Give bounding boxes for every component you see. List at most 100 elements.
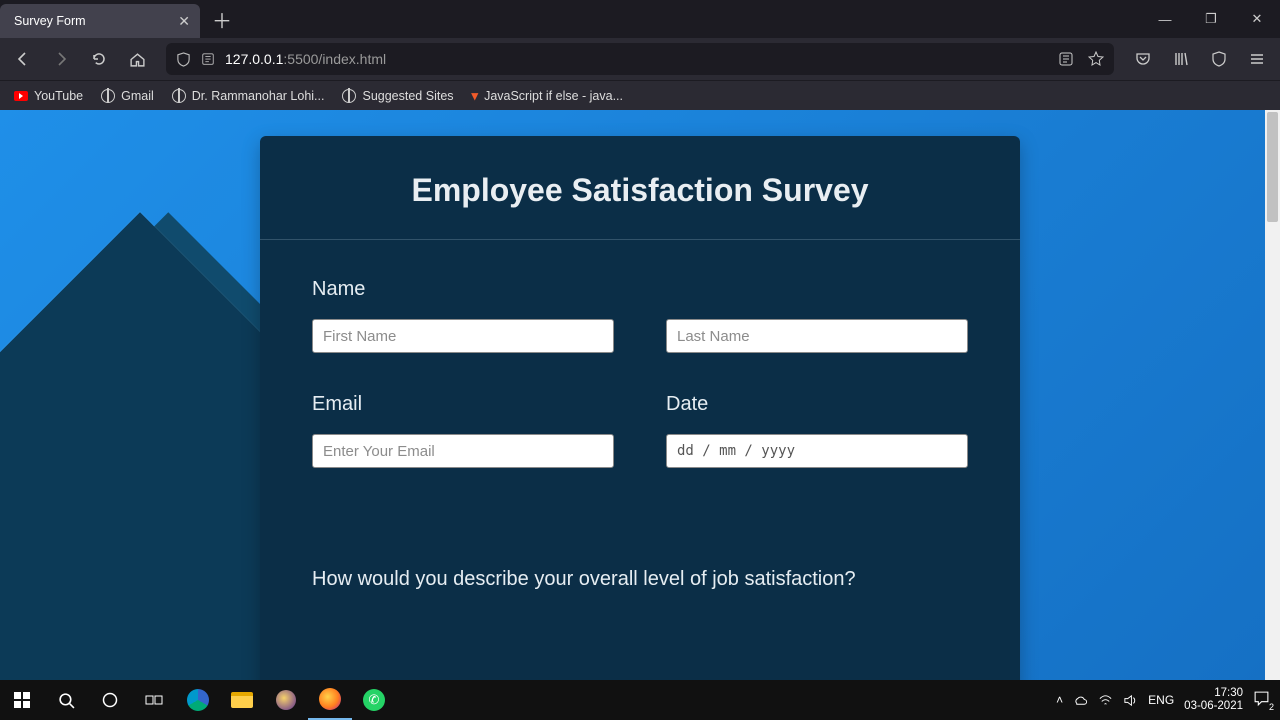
url-text: 127.0.0.1:5500/index.html — [225, 51, 386, 67]
globe-icon — [172, 89, 186, 103]
taskbar-apps: ✆ — [176, 680, 396, 720]
tray-language[interactable]: ENG — [1148, 693, 1174, 707]
library-button[interactable] — [1164, 43, 1198, 75]
name-label: Name — [312, 278, 614, 301]
bookmark-label: Gmail — [121, 89, 154, 103]
address-bar[interactable]: 127.0.0.1:5500/index.html — [166, 43, 1114, 75]
survey-header: Employee Satisfaction Survey — [260, 136, 1020, 240]
firefox-icon — [319, 688, 341, 710]
new-tab-button[interactable]: ＋ — [200, 5, 244, 34]
date-label: Date — [666, 393, 968, 416]
volume-icon[interactable] — [1123, 693, 1138, 708]
circle-icon — [102, 692, 118, 708]
page-info-icon — [201, 52, 215, 66]
taskbar-app-explorer[interactable] — [220, 680, 264, 720]
system-tray: ˄ ENG 17:30 03-06-2021 2 — [1046, 687, 1280, 712]
back-button[interactable] — [6, 43, 40, 75]
bookmark-label: Suggested Sites — [362, 89, 453, 103]
window-minimize-button[interactable]: — — [1142, 0, 1188, 38]
taskbar-app-edge[interactable] — [176, 680, 220, 720]
email-input[interactable] — [312, 434, 614, 468]
tray-chevron-icon[interactable]: ˄ — [1056, 693, 1063, 707]
windows-icon — [14, 692, 30, 708]
taskbar-app-generic1[interactable] — [264, 680, 308, 720]
youtube-icon — [14, 91, 28, 101]
date-input[interactable]: dd / mm / yyyy — [666, 434, 968, 468]
date-placeholder: dd / mm / yyyy — [677, 443, 795, 459]
search-button[interactable] — [44, 680, 88, 720]
onedrive-icon[interactable] — [1073, 693, 1088, 708]
bookmark-youtube[interactable]: YouTube — [8, 87, 89, 105]
brave-icon: ▾ — [472, 88, 479, 104]
taskbar-app-whatsapp[interactable]: ✆ — [352, 680, 396, 720]
home-button[interactable] — [120, 43, 154, 75]
survey-card: Employee Satisfaction Survey Name Email — [260, 136, 1020, 680]
task-view-icon — [145, 693, 163, 707]
purple-circle-icon — [276, 690, 296, 710]
cortana-button[interactable] — [88, 680, 132, 720]
nav-toolbar: 127.0.0.1:5500/index.html — [0, 38, 1280, 80]
browser-chrome: Survey Form ✕ ＋ — ❐ ✕ 127.0.0.1:5500/ind… — [0, 0, 1280, 110]
browser-tab[interactable]: Survey Form ✕ — [0, 4, 200, 38]
shield-icon — [176, 52, 191, 67]
url-path: :5500/index.html — [283, 51, 386, 67]
app-menu-button[interactable] — [1240, 43, 1274, 75]
notification-icon — [1253, 690, 1270, 707]
window-restore-button[interactable]: ❐ — [1188, 0, 1234, 38]
bookmark-label: YouTube — [34, 89, 83, 103]
shield-outline-icon — [1211, 51, 1227, 67]
bookmarks-bar: YouTube Gmail Dr. Rammanohar Lohi... Sug… — [0, 80, 1280, 110]
window-controls: — ❐ ✕ — [1142, 0, 1280, 38]
globe-icon — [342, 89, 356, 103]
tray-clock[interactable]: 17:30 03-06-2021 — [1184, 687, 1243, 712]
hamburger-icon — [1249, 51, 1265, 67]
question-job-satisfaction: How would you describe your overall leve… — [312, 568, 968, 591]
email-label: Email — [312, 393, 614, 416]
start-button[interactable] — [0, 680, 44, 720]
forward-button[interactable] — [44, 43, 78, 75]
bookmark-js[interactable]: ▾ JavaScript if else - java... — [466, 86, 629, 106]
window-close-button[interactable]: ✕ — [1234, 0, 1280, 38]
action-center-button[interactable]: 2 — [1253, 690, 1270, 710]
name-label-spacer — [666, 278, 968, 301]
wifi-icon[interactable] — [1098, 693, 1113, 708]
task-view-button[interactable] — [132, 680, 176, 720]
tab-close-icon[interactable]: ✕ — [178, 13, 190, 30]
notification-badge: 2 — [1269, 702, 1274, 712]
bookmark-label: Dr. Rammanohar Lohi... — [192, 89, 325, 103]
pocket-button[interactable] — [1126, 43, 1160, 75]
home-icon — [129, 51, 146, 68]
page-viewport: Employee Satisfaction Survey Name Email — [0, 110, 1280, 680]
pocket-icon — [1135, 51, 1151, 67]
tray-date: 03-06-2021 — [1184, 700, 1243, 713]
search-icon — [58, 692, 75, 709]
url-host: 127.0.0.1 — [225, 51, 283, 67]
reload-icon — [91, 51, 107, 67]
tray-time: 17:30 — [1184, 687, 1243, 700]
first-name-input[interactable] — [312, 319, 614, 353]
bookmark-label: JavaScript if else - java... — [484, 89, 623, 103]
tab-title: Survey Form — [14, 14, 168, 28]
edge-icon — [187, 689, 209, 711]
bookmark-lohia[interactable]: Dr. Rammanohar Lohi... — [166, 87, 331, 105]
folder-icon — [231, 692, 253, 708]
survey-body: Name Email Date dd / mm / yyyy — [260, 240, 1020, 601]
bookmark-suggested[interactable]: Suggested Sites — [336, 87, 459, 105]
whatsapp-icon: ✆ — [363, 689, 385, 711]
extension-button[interactable] — [1202, 43, 1236, 75]
windows-taskbar: ✆ ˄ ENG 17:30 03-06-2021 2 — [0, 680, 1280, 720]
bookmark-star-icon[interactable] — [1088, 51, 1104, 67]
globe-icon — [101, 89, 115, 103]
arrow-right-icon — [53, 51, 69, 67]
reload-button[interactable] — [82, 43, 116, 75]
scrollbar-thumb[interactable] — [1267, 112, 1278, 222]
reader-mode-icon[interactable] — [1058, 51, 1074, 67]
survey-title: Employee Satisfaction Survey — [280, 172, 1000, 209]
tab-strip: Survey Form ✕ ＋ — ❐ ✕ — [0, 0, 1280, 38]
arrow-left-icon — [15, 51, 31, 67]
last-name-input[interactable] — [666, 319, 968, 353]
library-icon — [1173, 51, 1189, 67]
taskbar-app-firefox[interactable] — [308, 680, 352, 720]
bookmark-gmail[interactable]: Gmail — [95, 87, 160, 105]
vertical-scrollbar[interactable] — [1265, 110, 1280, 680]
